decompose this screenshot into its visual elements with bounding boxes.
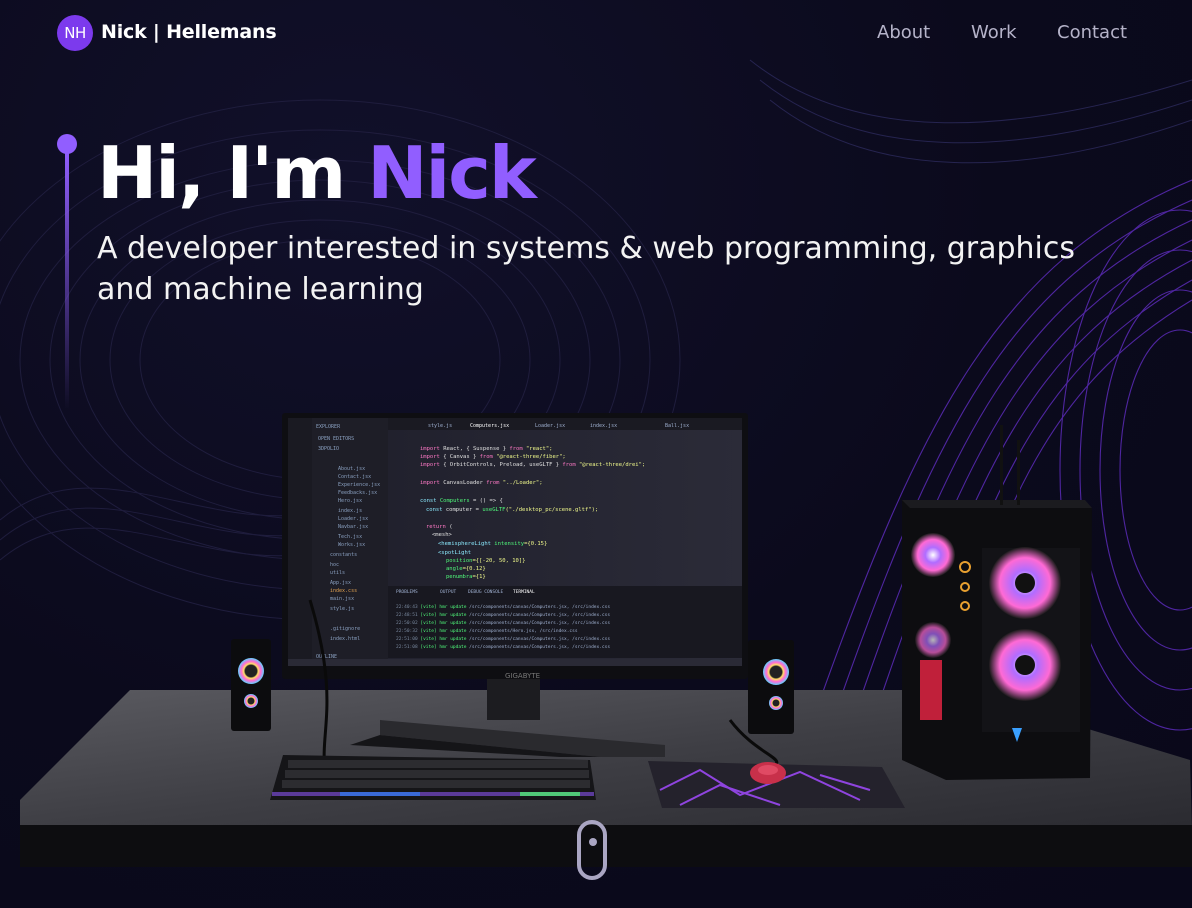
- svg-text:index.css: index.css: [330, 588, 357, 594]
- svg-text:TERMINAL: TERMINAL: [513, 589, 535, 595]
- svg-text:Navbar.jsx: Navbar.jsx: [338, 524, 368, 530]
- svg-text:3DPOLIO: 3DPOLIO: [318, 446, 339, 452]
- svg-text:import { Canvas } from "@react: import { Canvas } from "@react-three/fib…: [420, 454, 566, 460]
- svg-text:return (: return (: [426, 524, 453, 530]
- scroll-dot: [589, 838, 597, 846]
- mouse-scroll-icon[interactable]: [577, 820, 607, 880]
- hero-name: Nick: [367, 131, 536, 215]
- svg-text:About.jsx: About.jsx: [338, 466, 365, 472]
- page: NH Nick | Hellemans About Work Contact H…: [0, 0, 1192, 908]
- svg-text:Contact.jsx: Contact.jsx: [338, 474, 371, 480]
- svg-text:position={[-20, 50, 10]}: position={[-20, 50, 10]}: [446, 558, 525, 564]
- svg-text:Hero.jsx: Hero.jsx: [338, 498, 362, 504]
- svg-text:import React, { Suspense } fro: import React, { Suspense } from "react";: [420, 446, 552, 452]
- svg-text:22:51:08 [vite] hmr update /sr: 22:51:08 [vite] hmr update /src/componen…: [396, 644, 610, 650]
- svg-text:Feedbacks.jsx: Feedbacks.jsx: [338, 490, 377, 496]
- svg-text:DEBUG CONSOLE: DEBUG CONSOLE: [468, 589, 504, 595]
- svg-text:Experience.jsx: Experience.jsx: [338, 482, 380, 488]
- right-speaker: [748, 640, 794, 734]
- svg-text:<spotLight: <spotLight: [438, 550, 471, 556]
- brand-name[interactable]: Nick | Hellemans: [101, 21, 277, 43]
- svg-text:main.jsx: main.jsx: [330, 596, 354, 602]
- left-speaker: [231, 639, 271, 731]
- svg-text:index.html: index.html: [330, 636, 360, 642]
- svg-text:Ball.jsx: Ball.jsx: [665, 423, 689, 429]
- svg-text:22:50:32 [vite] hmr update /sr: 22:50:32 [vite] hmr update /src/componen…: [396, 628, 578, 634]
- svg-text:constants: constants: [330, 552, 357, 558]
- svg-text:index.js: index.js: [338, 508, 362, 514]
- hero-greeting: Hi, I'm: [97, 131, 368, 215]
- svg-text:const Computers = () => {: const Computers = () => {: [420, 498, 503, 504]
- hero-subtitle: A developer interested in systems & web …: [97, 231, 1075, 307]
- svg-text:utils: utils: [330, 570, 345, 576]
- svg-text:<mesh>: <mesh>: [432, 532, 453, 538]
- svg-text:const computer = useGLTF("./de: const computer = useGLTF("./desktop_pc/s…: [426, 507, 598, 513]
- svg-text:22:48:51 [vite] hmr update /sr: 22:48:51 [vite] hmr update /src/componen…: [396, 612, 610, 618]
- hero-title: Hi, I'm Nick: [97, 128, 537, 218]
- svg-text:OPEN EDITORS: OPEN EDITORS: [318, 436, 354, 442]
- svg-text:Computers.jsx: Computers.jsx: [470, 423, 509, 429]
- svg-text:angle={0.12}: angle={0.12}: [446, 566, 486, 572]
- svg-text:<hemisphereLight intensity={0.: <hemisphereLight intensity={0.15}: [438, 541, 547, 547]
- svg-text:Works.jsx: Works.jsx: [338, 542, 365, 548]
- svg-text:22:50:02 [vite] hmr update /sr: 22:50:02 [vite] hmr update /src/componen…: [396, 620, 610, 626]
- nav-link-contact[interactable]: Contact: [1057, 22, 1127, 43]
- svg-text:.gitignore: .gitignore: [330, 626, 360, 632]
- svg-text:style.js: style.js: [428, 423, 452, 429]
- svg-text:Loader.jsx: Loader.jsx: [338, 516, 368, 522]
- svg-text:index.jsx: index.jsx: [590, 423, 617, 429]
- svg-text:Tech.jsx: Tech.jsx: [338, 534, 362, 540]
- svg-text:penumbra={1}: penumbra={1}: [446, 574, 486, 580]
- svg-text:App.jsx: App.jsx: [330, 580, 351, 586]
- svg-text:EXPLORER: EXPLORER: [316, 424, 341, 430]
- monitor-brand-label: GIGABYTE: [505, 672, 540, 680]
- svg-text:hoc: hoc: [330, 562, 339, 568]
- svg-text:import { OrbitControls, Preloa: import { OrbitControls, Preload, useGLTF…: [420, 462, 645, 468]
- svg-text:22:51:00 [vite] hmr update /sr: 22:51:00 [vite] hmr update /src/componen…: [396, 636, 610, 642]
- svg-text:OUTPUT: OUTPUT: [440, 589, 457, 595]
- logo-badge[interactable]: NH: [57, 15, 93, 51]
- hero-accent-line: [65, 150, 69, 410]
- navbar: NH Nick | Hellemans About Work Contact: [0, 0, 1192, 68]
- svg-text:style.js: style.js: [330, 606, 354, 612]
- nav-link-work[interactable]: Work: [971, 22, 1017, 43]
- svg-text:Loader.jsx: Loader.jsx: [535, 423, 565, 429]
- pc-case: [902, 425, 1092, 780]
- nav-link-about[interactable]: About: [877, 22, 930, 43]
- svg-text:PROBLEMS: PROBLEMS: [396, 589, 418, 595]
- svg-text:import CanvasLoader from "../L: import CanvasLoader from "../Loader";: [420, 480, 543, 486]
- svg-text:22:40:43 [vite] hmr update /sr: 22:40:43 [vite] hmr update /src/componen…: [396, 604, 610, 610]
